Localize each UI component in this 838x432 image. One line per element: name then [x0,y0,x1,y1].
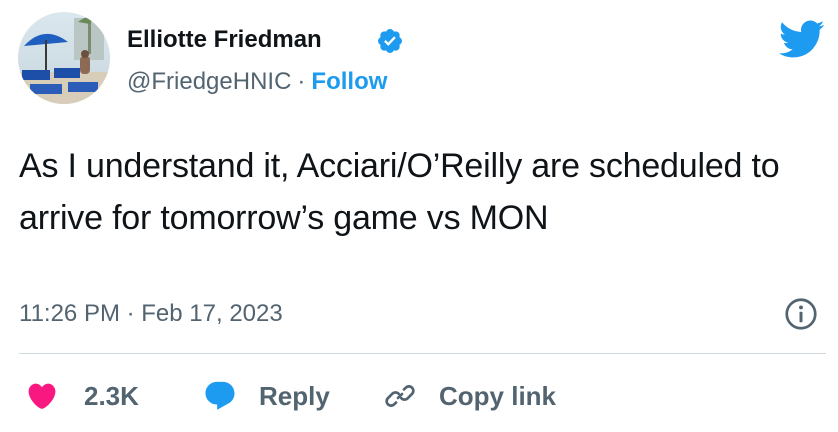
author-name[interactable]: Elliotte Friedman [127,24,322,56]
reply-label: Reply [259,380,330,411]
like-button[interactable]: 2.3K [26,376,139,416]
divider [19,353,826,354]
twitter-bird-icon[interactable] [777,15,825,63]
avatar-image [18,12,110,104]
link-icon [385,385,415,407]
speech-bubble-icon [205,381,235,410]
heart-icon [28,383,56,409]
avatar[interactable] [18,12,110,104]
tweet-text: As I understand it, Acciari/O’Reilly are… [19,147,780,237]
reply-button[interactable]: Reply [203,376,330,416]
tweet-card: Elliotte Friedman @FriedgeHNIC · Follow As… [0,0,838,432]
info-icon[interactable] [783,296,819,332]
copy-link-button[interactable]: Copy link [383,376,556,416]
verified-badge-icon [378,29,402,53]
tweet-timestamp[interactable]: 11:26 PM · Feb 17, 2023 [19,298,283,330]
author-handle[interactable]: @FriedgeHNIC [127,68,291,95]
separator-dot: · [297,68,306,95]
like-count: 2.3K [84,380,139,411]
copy-link-label: Copy link [439,380,557,411]
handle-row: @FriedgeHNIC · Follow [127,66,387,98]
follow-button[interactable]: Follow [311,68,387,95]
